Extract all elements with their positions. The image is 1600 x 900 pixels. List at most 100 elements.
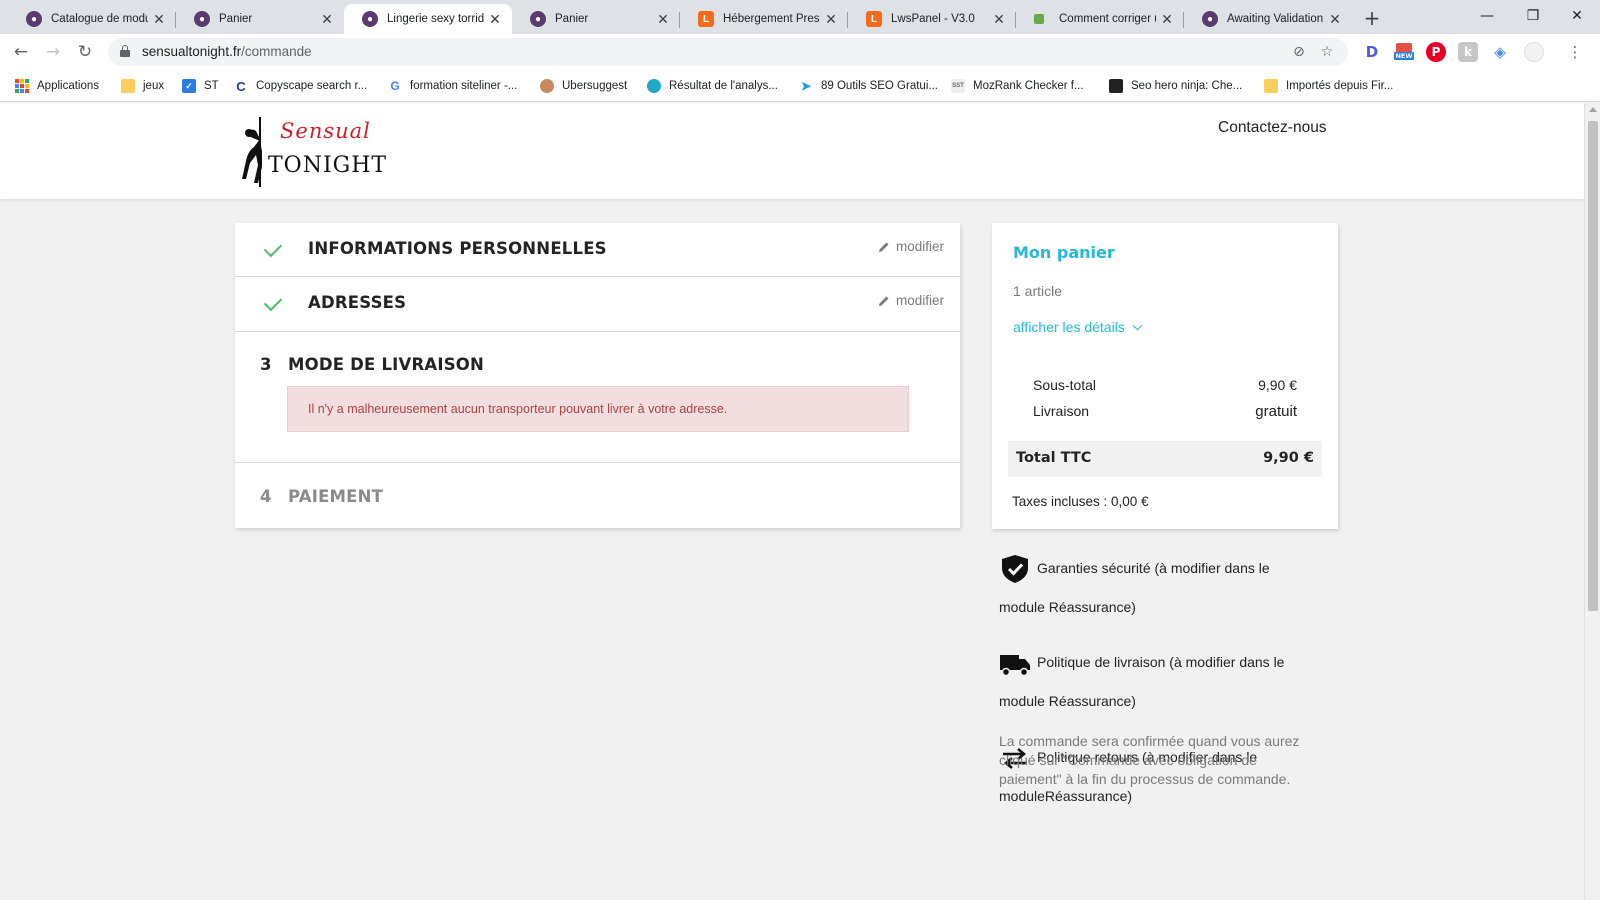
folder-icon xyxy=(1264,79,1278,93)
close-tab-icon[interactable]: ✕ xyxy=(1328,11,1342,28)
contact-link[interactable]: Contactez-nous xyxy=(1218,119,1327,137)
web-page: Sensual TONIGHT Contactez-nous INFORMATI… xyxy=(0,103,1584,900)
edit-addresses-button[interactable]: modifier xyxy=(878,293,944,308)
prestashop-icon: ● xyxy=(194,11,210,27)
reassurance-delivery: Politique de livraison (à modifier dans … xyxy=(999,643,1339,721)
chevron-down-icon xyxy=(1132,320,1143,330)
minimize-window-button[interactable]: — xyxy=(1464,4,1510,28)
extension-grey-icon[interactable]: k xyxy=(1458,42,1478,62)
browser-tab[interactable]: ● Panier ✕ xyxy=(176,4,344,34)
total-row: Total TTC 9,90 € xyxy=(1008,441,1322,477)
step-personal-info[interactable]: INFORMATIONS PERSONNELLES modifier xyxy=(235,223,960,277)
reassurance-security: Garanties sécurité (à modifier dans le m… xyxy=(999,549,1339,627)
extension-d-icon[interactable]: D xyxy=(1362,42,1382,62)
extension-diamond-icon[interactable]: ◈ xyxy=(1490,42,1510,62)
subtotal-row: Sous-total 9,90 € xyxy=(1033,377,1297,393)
shipping-row: Livraison gratuit xyxy=(1033,403,1297,420)
cart-summary: Mon panier 1 article afficher les détail… xyxy=(992,223,1338,529)
bird-icon: ➤ xyxy=(799,79,813,93)
show-details-link[interactable]: afficher les détails xyxy=(1013,319,1143,335)
bookmark-copyscape[interactable]: C Copyscape search r... xyxy=(234,77,367,95)
bookmark-formation-siteliner[interactable]: G formation siteliner -... xyxy=(388,77,517,95)
bookmark-jeux[interactable]: jeux xyxy=(121,77,164,95)
pinterest-icon[interactable]: P xyxy=(1426,42,1446,62)
lws-icon: L xyxy=(866,11,882,27)
taxes-included: Taxes incluses : 0,00 € xyxy=(1012,494,1149,509)
browser-tab-active[interactable]: ● Lingerie sexy torride ✕ xyxy=(344,4,512,34)
lock-icon xyxy=(120,45,130,57)
bookmark-star-icon[interactable]: ☆ xyxy=(1318,43,1336,61)
puzzle-icon xyxy=(1034,14,1044,24)
restore-window-button[interactable]: ❐ xyxy=(1510,4,1556,28)
cart-title: Mon panier xyxy=(1013,243,1115,262)
browser-toolbar: ← → ↻ sensualtonight.fr/commande ⊘ ☆ D N… xyxy=(0,34,1600,70)
truck-icon xyxy=(1000,655,1030,677)
apps-grid-icon xyxy=(15,79,29,93)
close-tab-icon[interactable]: ✕ xyxy=(320,11,334,28)
prestashop-icon: ● xyxy=(530,11,546,27)
check-icon xyxy=(263,238,283,258)
bookmark-mozrank[interactable]: SST MozRank Checker f... xyxy=(951,77,1084,95)
ninja-icon xyxy=(1109,79,1123,93)
bookmark-applications[interactable]: Applications xyxy=(15,77,99,95)
sst-icon: SST xyxy=(951,79,965,93)
prestashop-icon: ● xyxy=(362,11,378,27)
page-scrollbar[interactable] xyxy=(1584,103,1600,900)
browser-tab[interactable]: L Hébergement Presta ✕ xyxy=(680,4,848,34)
bookmark-resultat-analyse[interactable]: Résultat de l'analys... xyxy=(647,77,778,95)
scroll-up-icon[interactable] xyxy=(1589,107,1597,112)
browser-menu-icon[interactable]: ⋮ xyxy=(1562,39,1588,65)
prestashop-icon: ● xyxy=(1202,11,1218,27)
browser-tab[interactable]: Comment corriger u ✕ xyxy=(1016,4,1184,34)
browser-tab-strip: ● Catalogue de modul ✕ ● Panier ✕ ● Ling… xyxy=(0,0,1600,34)
analysis-icon xyxy=(647,79,661,93)
browser-tab[interactable]: ● Catalogue de modul ✕ xyxy=(8,4,176,34)
st-icon: ✓ xyxy=(182,79,196,93)
bookmark-ubersuggest[interactable]: Ubersuggest xyxy=(540,77,627,95)
pencil-icon xyxy=(878,296,889,306)
edit-personal-info-button[interactable]: modifier xyxy=(878,239,944,254)
browser-tab[interactable]: ● Panier ✕ xyxy=(512,4,680,34)
site-logo[interactable]: Sensual TONIGHT xyxy=(236,117,386,187)
close-tab-icon[interactable]: ✕ xyxy=(1160,11,1174,28)
cart-item-count: 1 article xyxy=(1013,283,1063,299)
bookmarks-bar: Applications jeux ✓ ST C Copyscape searc… xyxy=(0,70,1600,102)
prestashop-icon: ● xyxy=(26,11,42,27)
browser-tab[interactable]: L LwsPanel - V3.0 ✕ xyxy=(848,4,1016,34)
ubersuggest-icon xyxy=(540,79,554,93)
close-tab-icon[interactable]: ✕ xyxy=(152,11,166,28)
order-confirmation-note: La commande sera confirmée quand vous au… xyxy=(999,733,1300,787)
site-header: Sensual TONIGHT Contactez-nous xyxy=(0,103,1584,199)
close-tab-icon[interactable]: ✕ xyxy=(992,11,1006,28)
checkout-steps: INFORMATIONS PERSONNELLES modifier ADRES… xyxy=(235,223,960,528)
reload-button[interactable]: ↻ xyxy=(72,39,98,65)
step-payment: 4 PAIEMENT xyxy=(260,487,384,506)
scrollbar-thumb[interactable] xyxy=(1588,121,1598,611)
back-button[interactable]: ← xyxy=(8,39,34,65)
close-window-button[interactable]: ✕ xyxy=(1554,4,1600,28)
browser-tab[interactable]: ● Awaiting Validation ✕ xyxy=(1184,4,1352,34)
url-text[interactable]: sensualtonight.fr/commande xyxy=(142,44,312,59)
no-carrier-alert: Il n'y a malheureusement aucun transport… xyxy=(287,386,909,432)
close-tab-icon[interactable]: ✕ xyxy=(656,11,670,28)
step-addresses[interactable]: ADRESSES modifier xyxy=(235,277,960,332)
profile-avatar[interactable] xyxy=(1524,42,1544,62)
bookmark-seo-hero-ninja[interactable]: Seo hero ninja: Che... xyxy=(1109,77,1242,95)
bookmark-89-outils-seo[interactable]: ➤ 89 Outils SEO Gratui... xyxy=(799,77,938,95)
close-tab-icon[interactable]: ✕ xyxy=(824,11,838,28)
shield-check-icon xyxy=(1002,555,1028,584)
forward-button[interactable]: → xyxy=(40,39,66,65)
bookmark-importes-firefox[interactable]: Importés depuis Fir... xyxy=(1264,77,1393,95)
close-tab-icon[interactable]: ✕ xyxy=(488,11,502,28)
camera-blocked-icon[interactable]: ⊘ xyxy=(1290,43,1308,61)
address-bar[interactable]: sensualtonight.fr/commande ⊘ ☆ xyxy=(108,38,1348,66)
copyscape-icon: C xyxy=(234,79,248,94)
pencil-icon xyxy=(878,242,889,252)
new-tab-button[interactable]: + xyxy=(1358,6,1386,30)
step-shipping-method: 3 MODE DE LIVRAISON Il n'y a malheureuse… xyxy=(235,332,960,463)
google-icon: G xyxy=(388,79,402,93)
bookmark-st[interactable]: ✓ ST xyxy=(182,77,219,95)
check-icon xyxy=(263,292,283,312)
lws-icon: L xyxy=(698,11,714,27)
extension-new-icon[interactable]: NEW xyxy=(1394,42,1414,62)
